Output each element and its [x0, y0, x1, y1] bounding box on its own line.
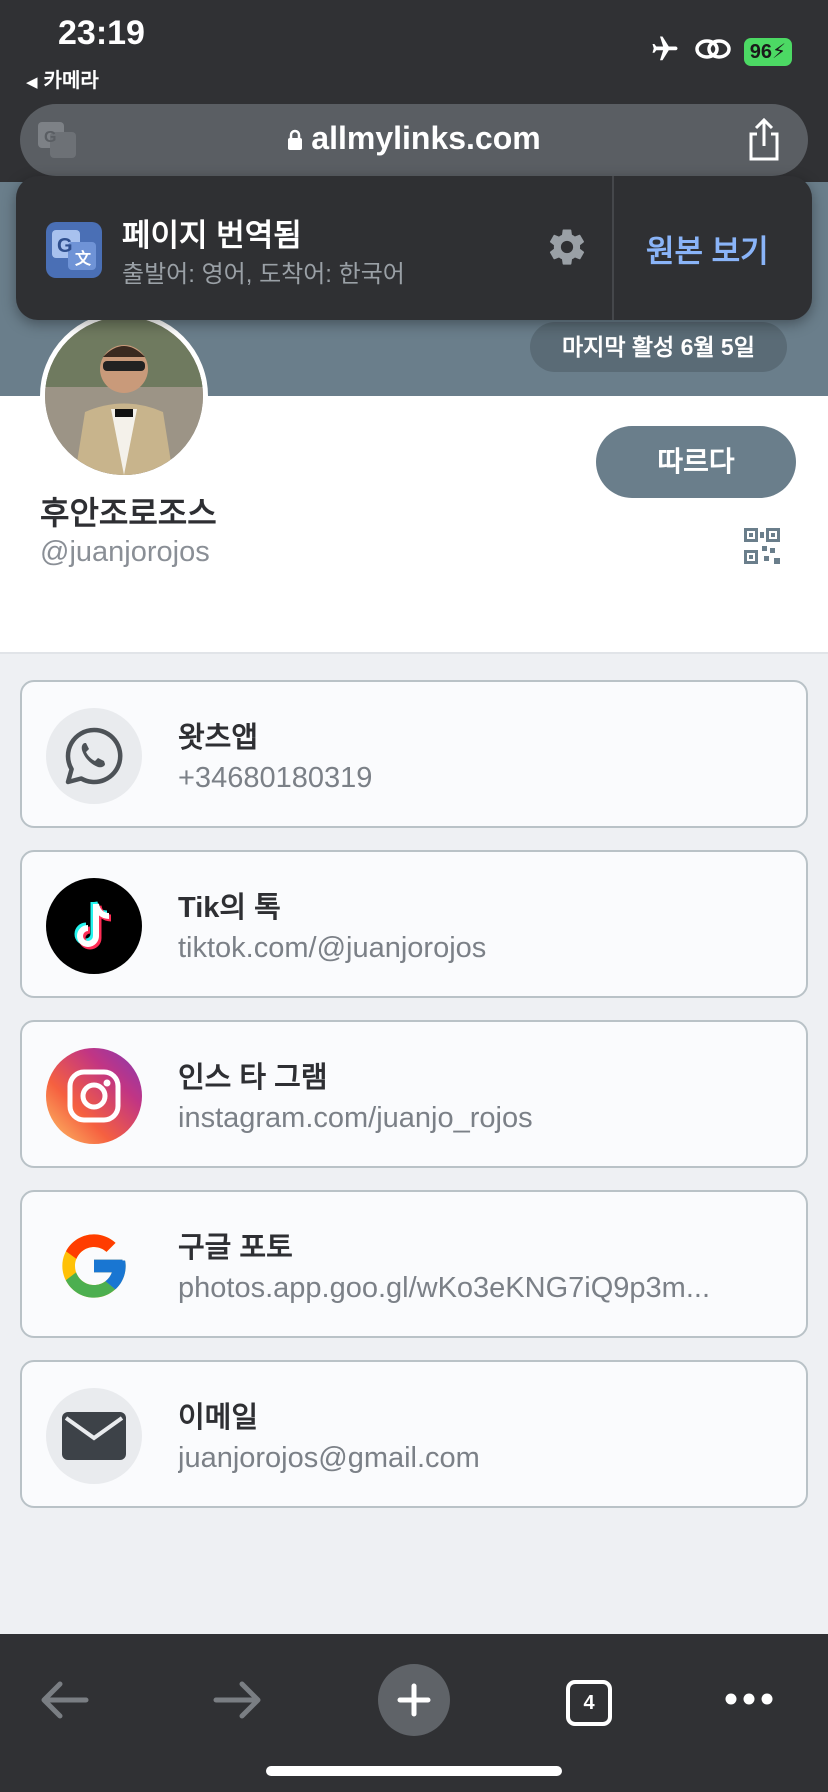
profile-name: 후안조로조스: [40, 495, 217, 531]
back-app-label: 카메라: [43, 70, 99, 92]
link-title: Tik의 톡: [178, 892, 281, 924]
status-icons: 96⚡: [648, 34, 792, 69]
battery-level: 96: [749, 40, 772, 63]
link-url: juanjorojos@gmail.com: [178, 1442, 480, 1474]
profile-handle: @juanjorojos: [40, 536, 210, 568]
url-bar[interactable]: G allmylinks.com: [20, 104, 808, 176]
tab-switcher-button[interactable]: 4: [566, 1680, 612, 1726]
link-title: 이메일: [178, 1402, 259, 1434]
google-icon: [46, 1218, 142, 1314]
back-arrow-icon[interactable]: [38, 1678, 90, 1727]
gear-icon[interactable]: [546, 226, 588, 273]
link-title: 왓츠앱: [178, 722, 259, 754]
link-card-whatsapp[interactable]: 왓츠앱 +34680180319: [20, 680, 808, 828]
show-original-button[interactable]: 원본 보기: [646, 226, 769, 271]
instagram-icon: [46, 1048, 142, 1144]
tiktok-icon: [46, 878, 142, 974]
browser-top-bar: 23:19 ◀ 카메라 96⚡ G allmylinks.com: [0, 0, 828, 182]
link-card-tiktok[interactable]: Tik의 톡 tiktok.com/@juanjorojos: [20, 850, 808, 998]
back-triangle-icon: ◀: [26, 74, 38, 91]
home-indicator[interactable]: [266, 1766, 562, 1776]
translate-divider: [612, 176, 614, 320]
translate-app-icon: G文: [46, 222, 102, 283]
link-url: +34680180319: [178, 762, 373, 794]
status-time: 23:19: [58, 14, 145, 52]
mail-icon: [46, 1388, 142, 1484]
link-title: 인스 타 그램: [178, 1062, 328, 1094]
share-icon[interactable]: [746, 117, 782, 167]
translate-popup: G文 페이지 번역됨 출발어: 영어, 도착어: 한국어 원본 보기: [16, 176, 812, 320]
translate-title: 페이지 번역됨: [122, 218, 302, 253]
qr-code-icon[interactable]: [744, 528, 780, 569]
plus-icon: [397, 1683, 431, 1717]
link-url: tiktok.com/@juanjorojos: [178, 932, 487, 964]
follow-button[interactable]: 따르다: [596, 426, 796, 498]
link-status-icon: [694, 36, 732, 67]
svg-text:G: G: [57, 235, 73, 257]
link-card-google-photos[interactable]: 구글 포토 photos.app.goo.gl/wKo3eKNG7iQ9p3m.…: [20, 1190, 808, 1338]
new-tab-button[interactable]: [378, 1664, 450, 1736]
whatsapp-icon: [46, 708, 142, 804]
link-card-instagram[interactable]: 인스 타 그램 instagram.com/juanjo_rojos: [20, 1020, 808, 1168]
url-domain-text: allmylinks.com: [311, 120, 541, 156]
airplane-icon: [648, 34, 682, 69]
lock-icon: [287, 122, 303, 159]
link-list: 왓츠앱 +34680180319 Tik의 톡 tiktok.com/@juan…: [20, 680, 808, 1530]
translate-languages: 출발어: 영어, 도착어: 한국어: [122, 261, 405, 288]
link-url: photos.app.goo.gl/wKo3eKNG7iQ9p3m...: [178, 1272, 710, 1304]
url-domain[interactable]: allmylinks.com: [20, 120, 808, 159]
link-url: instagram.com/juanjo_rojos: [178, 1102, 533, 1134]
link-card-email[interactable]: 이메일 juanjorojos@gmail.com: [20, 1360, 808, 1508]
back-to-app-link[interactable]: ◀ 카메라: [26, 64, 99, 93]
battery-indicator: 96⚡: [743, 37, 792, 66]
last-active-badge: 마지막 활성 6월 5일: [530, 322, 787, 372]
more-menu-icon[interactable]: [724, 1692, 774, 1711]
svg-text:文: 文: [75, 249, 92, 268]
forward-arrow-icon[interactable]: [212, 1678, 264, 1727]
avatar[interactable]: [40, 312, 208, 480]
link-title: 구글 포토: [178, 1232, 293, 1264]
